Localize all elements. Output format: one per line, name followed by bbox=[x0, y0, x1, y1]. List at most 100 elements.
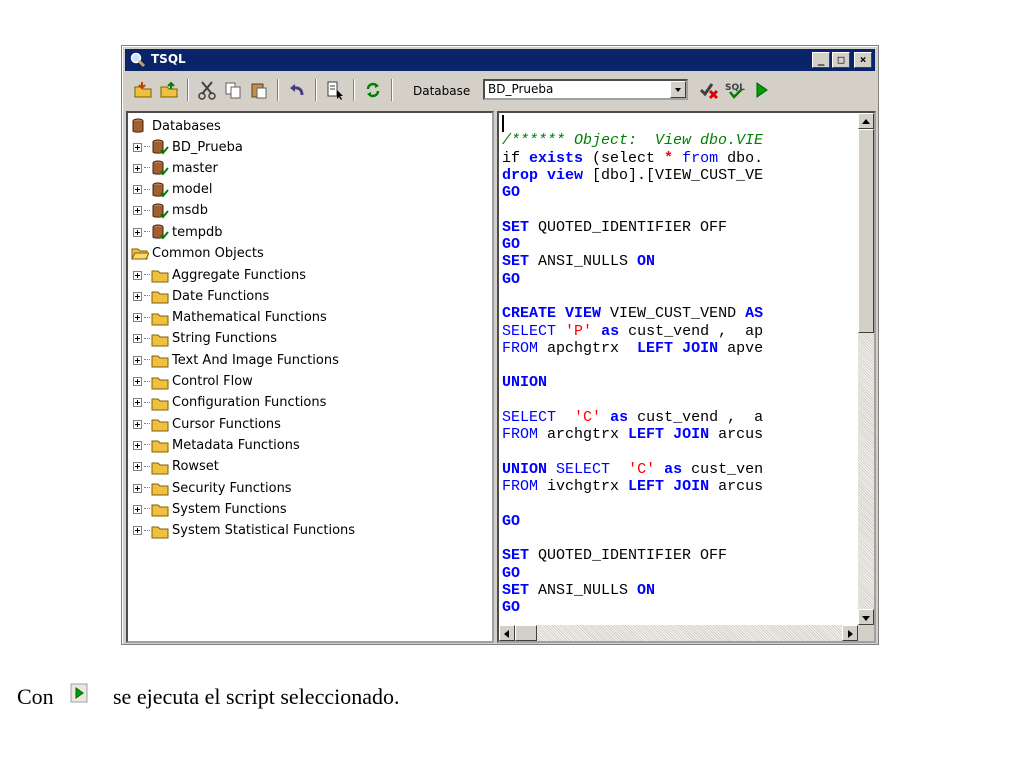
title-bar[interactable]: TSQL _ □ × bbox=[125, 49, 875, 71]
code-line[interactable]: GO bbox=[502, 599, 763, 616]
code-line[interactable]: FROM apchgtrx LEFT JOIN apve bbox=[502, 340, 763, 357]
expand-icon[interactable] bbox=[133, 419, 142, 429]
expand-icon[interactable] bbox=[133, 206, 142, 216]
code-line[interactable]: GO bbox=[502, 236, 763, 253]
expand-icon[interactable] bbox=[133, 291, 142, 301]
tree-node-databases[interactable]: Databases bbox=[131, 116, 221, 136]
code-line[interactable]: if exists (select * from dbo. bbox=[502, 150, 763, 167]
close-button[interactable]: × bbox=[854, 52, 872, 68]
undo-icon[interactable] bbox=[285, 78, 309, 102]
code-line[interactable]: UNION SELECT 'C' as cust_ven bbox=[502, 461, 763, 478]
sql-editor[interactable]: /****** Object: View dbo.VIE if exists (s… bbox=[497, 111, 876, 643]
code-line[interactable]: GO bbox=[502, 513, 763, 530]
expand-icon[interactable] bbox=[133, 142, 142, 152]
tree-node-label: tempdb bbox=[172, 224, 223, 240]
folder-icon bbox=[151, 504, 169, 517]
window-title: TSQL bbox=[151, 52, 186, 66]
tree-node-label: Mathematical Functions bbox=[172, 310, 327, 326]
expand-icon[interactable] bbox=[133, 334, 142, 344]
tree-node-function-group[interactable]: Date Functions bbox=[133, 286, 269, 306]
code-line[interactable] bbox=[502, 444, 763, 461]
minimize-button[interactable]: _ bbox=[812, 52, 830, 68]
code-line[interactable]: GO bbox=[502, 184, 763, 201]
tree-node-database[interactable]: master bbox=[133, 158, 218, 178]
tree-node-function-group[interactable]: Cursor Functions bbox=[133, 414, 281, 434]
code-line[interactable]: GO bbox=[502, 565, 763, 582]
expand-icon[interactable] bbox=[133, 398, 142, 408]
scroll-up-button[interactable] bbox=[858, 113, 874, 129]
code-line[interactable]: UNION bbox=[502, 374, 763, 391]
scroll-left-button[interactable] bbox=[499, 625, 515, 641]
folder-icon bbox=[151, 377, 169, 389]
tree-node-function-group[interactable]: System Functions bbox=[133, 499, 287, 519]
vertical-scroll-thumb[interactable] bbox=[858, 129, 874, 333]
expand-icon[interactable] bbox=[133, 377, 142, 386]
code-line[interactable]: CREATE VIEW VIEW_CUST_VEND AS bbox=[502, 305, 763, 322]
expand-icon[interactable] bbox=[133, 185, 142, 195]
tree-node-common-objects[interactable]: Common Objects bbox=[131, 243, 264, 263]
tree-node-function-group[interactable]: Mathematical Functions bbox=[133, 308, 327, 328]
code-line[interactable]: SET QUOTED_IDENTIFIER OFF bbox=[502, 547, 763, 564]
scroll-right-button[interactable] bbox=[842, 625, 858, 641]
expand-icon[interactable] bbox=[133, 462, 142, 472]
code-line[interactable] bbox=[502, 392, 763, 409]
expand-icon[interactable] bbox=[133, 313, 142, 323]
maximize-button[interactable]: □ bbox=[832, 52, 850, 68]
code-line[interactable] bbox=[502, 201, 763, 218]
chevron-down-icon[interactable] bbox=[670, 81, 686, 98]
tree-node-function-group[interactable]: Configuration Functions bbox=[133, 393, 326, 413]
tree-node-database[interactable]: msdb bbox=[133, 201, 208, 221]
code-line[interactable]: FROM archgtrx LEFT JOIN arcus bbox=[502, 426, 763, 443]
cut-icon[interactable] bbox=[195, 78, 219, 102]
code-line[interactable]: drop view [dbo].[VIEW_CUST_VE bbox=[502, 167, 763, 184]
expand-icon[interactable] bbox=[133, 483, 142, 493]
expand-icon[interactable] bbox=[133, 440, 142, 450]
tree-node-function-group[interactable]: Control Flow bbox=[133, 372, 253, 392]
code-line[interactable]: SELECT 'P' as cust_vend , ap bbox=[502, 323, 763, 340]
tree-node-function-group[interactable]: Text And Image Functions bbox=[133, 350, 339, 370]
copy-icon[interactable] bbox=[221, 78, 245, 102]
code-line[interactable]: FROM ivchgtrx LEFT JOIN arcus bbox=[502, 478, 763, 495]
sql-icon[interactable]: SQL bbox=[723, 78, 747, 102]
code-line[interactable]: /****** Object: View dbo.VIE bbox=[502, 132, 763, 149]
expand-icon[interactable] bbox=[133, 270, 142, 280]
code-line[interactable] bbox=[502, 530, 763, 547]
folder-icon bbox=[151, 440, 169, 453]
tree-node-database[interactable]: tempdb bbox=[133, 222, 223, 242]
horizontal-scrollbar[interactable] bbox=[499, 625, 858, 641]
paste-icon[interactable] bbox=[247, 78, 271, 102]
check-syntax-icon[interactable] bbox=[697, 78, 721, 102]
expand-icon[interactable] bbox=[133, 355, 142, 365]
tree-node-function-group[interactable]: String Functions bbox=[133, 329, 277, 349]
tree-node-function-group[interactable]: System Statistical Functions bbox=[133, 521, 355, 541]
refresh-icon[interactable] bbox=[361, 78, 385, 102]
horizontal-scroll-thumb[interactable] bbox=[515, 625, 537, 641]
tree-node-function-group[interactable]: Metadata Functions bbox=[133, 435, 300, 455]
code-line[interactable]: GO bbox=[502, 271, 763, 288]
code-line[interactable]: SET ANSI_NULLS ON bbox=[502, 582, 763, 599]
tree-node-database[interactable]: BD_Prueba bbox=[133, 137, 243, 157]
tree-node-function-group[interactable]: Rowset bbox=[133, 457, 219, 477]
code-line[interactable]: SET QUOTED_IDENTIFIER OFF bbox=[502, 219, 763, 236]
tree-node-function-group[interactable]: Security Functions bbox=[133, 478, 292, 498]
tree-node-database[interactable]: model bbox=[133, 180, 212, 200]
vertical-scrollbar[interactable] bbox=[858, 113, 874, 625]
tree-node-function-group[interactable]: Aggregate Functions bbox=[133, 265, 306, 285]
code-line[interactable] bbox=[502, 115, 763, 132]
save-folder-icon[interactable] bbox=[157, 78, 181, 102]
code-line[interactable] bbox=[502, 357, 763, 374]
run-icon[interactable] bbox=[749, 78, 773, 102]
scroll-down-button[interactable] bbox=[858, 609, 874, 625]
select-icon[interactable] bbox=[323, 78, 347, 102]
expand-icon[interactable] bbox=[133, 504, 142, 514]
code-line[interactable] bbox=[502, 288, 763, 305]
database-select[interactable]: BD_Prueba bbox=[483, 79, 688, 100]
expand-icon[interactable] bbox=[133, 526, 142, 536]
expand-icon[interactable] bbox=[133, 163, 142, 173]
code-line[interactable]: SET ANSI_NULLS ON bbox=[502, 253, 763, 270]
code-line[interactable] bbox=[502, 496, 763, 513]
sql-code[interactable]: /****** Object: View dbo.VIE if exists (s… bbox=[502, 115, 763, 617]
code-line[interactable]: SELECT 'C' as cust_vend , a bbox=[502, 409, 763, 426]
expand-icon[interactable] bbox=[133, 227, 142, 237]
open-folder-icon[interactable] bbox=[131, 78, 155, 102]
